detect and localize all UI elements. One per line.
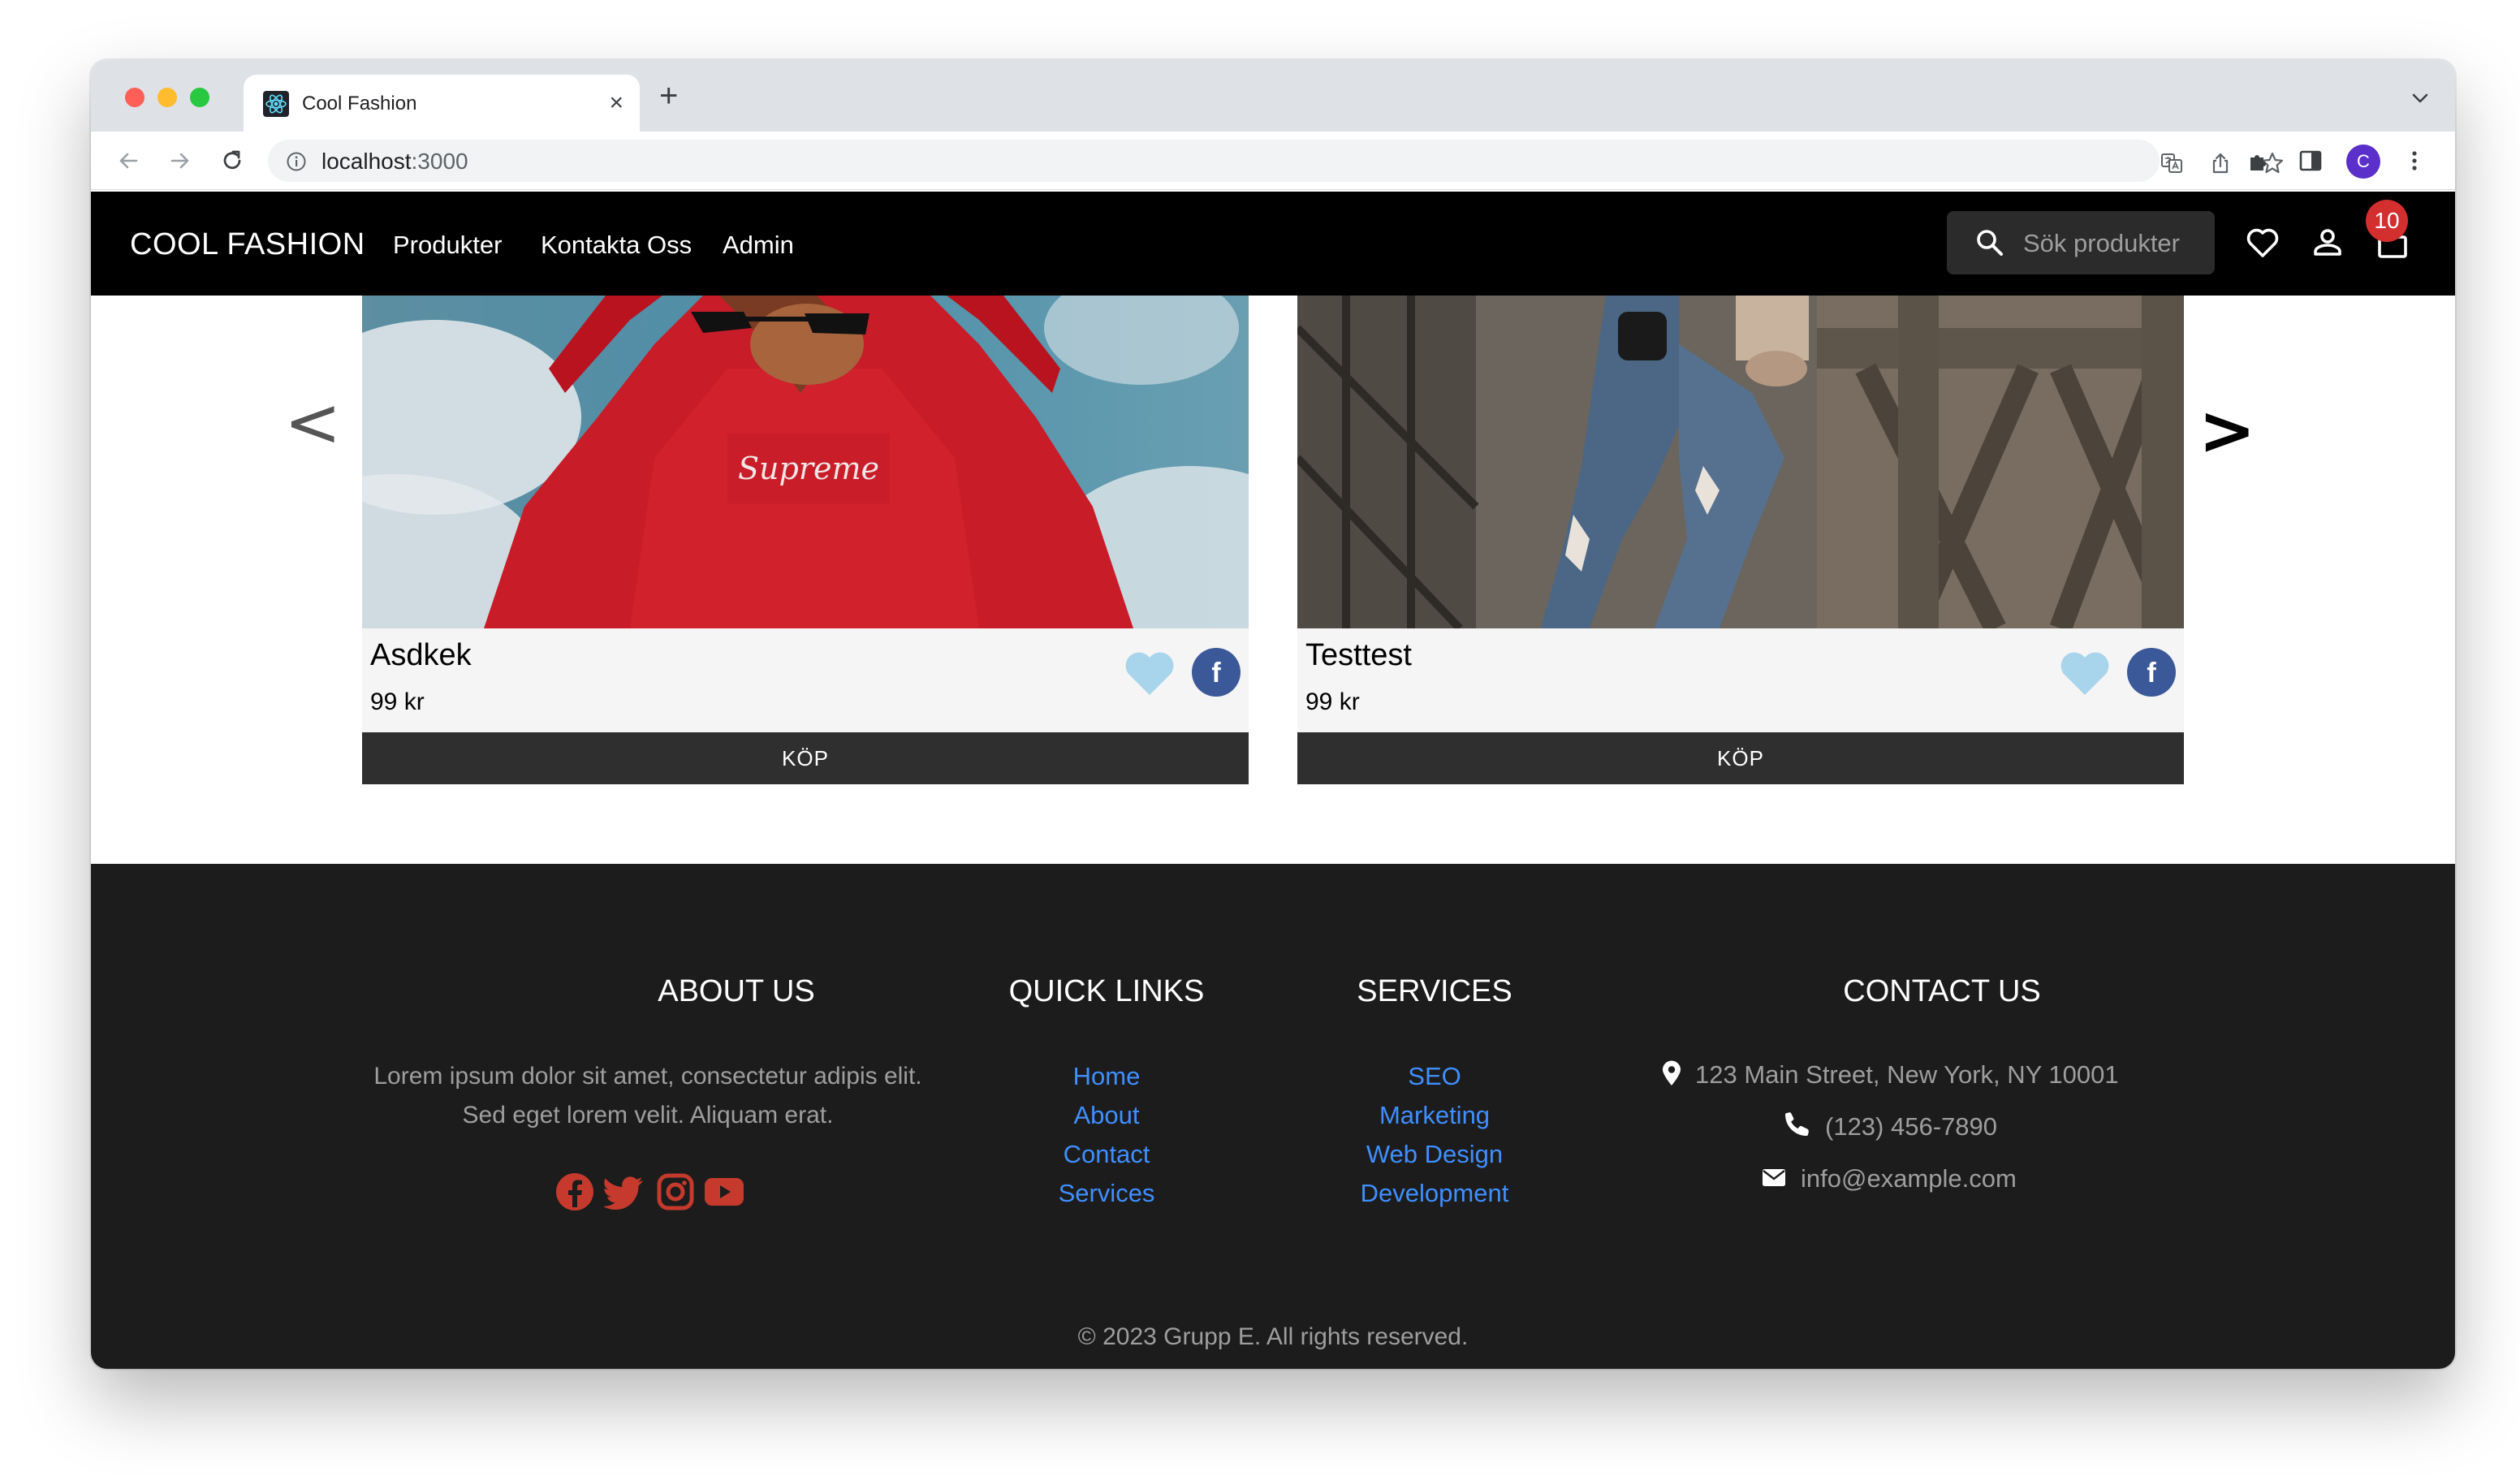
user-icon[interactable] [2309, 224, 2346, 261]
about-us-heading: ABOUT US [658, 974, 815, 1008]
facebook-share-icon[interactable]: f [2127, 648, 2176, 697]
twitter-icon[interactable] [604, 1171, 646, 1213]
carousel-prev-button[interactable]: < [284, 388, 341, 456]
close-window-button[interactable] [125, 88, 145, 107]
facebook-share-icon[interactable]: f [1192, 648, 1241, 697]
site-footer: ABOUT US Lorem ipsum dolor sit amet, con… [91, 864, 2455, 1369]
chevron-down-icon[interactable] [2410, 88, 2431, 109]
jeans-photo [1297, 296, 2184, 628]
favorite-heart-icon[interactable] [1124, 650, 1176, 697]
nav-link-admin[interactable]: Admin [723, 231, 794, 260]
buy-button[interactable]: KÖP [1297, 732, 2184, 784]
product-card: Testtest 99 kr f KÖP [1297, 296, 2184, 784]
footer-link-web-design[interactable]: Web Design [1333, 1135, 1536, 1174]
extensions-icon[interactable] [2246, 148, 2272, 174]
copyright-text: © 2023 Grupp E. All rights reserved. [1077, 1323, 1469, 1350]
footer-link-about[interactable]: About [1005, 1096, 1208, 1135]
footer-link-seo[interactable]: SEO [1333, 1057, 1536, 1096]
tab-title: Cool Fashion [302, 93, 417, 114]
contact-email[interactable]: info@example.com [1801, 1161, 2017, 1197]
site-info-icon[interactable] [286, 151, 307, 172]
facebook-icon[interactable] [554, 1171, 596, 1213]
back-arrow-icon[interactable] [115, 148, 141, 174]
heart-icon[interactable] [2244, 224, 2281, 261]
favorite-heart-icon[interactable] [2059, 650, 2111, 697]
brand-logo[interactable]: COOL FASHION [130, 227, 365, 262]
footer-link-development[interactable]: Development [1333, 1174, 1536, 1213]
buy-button[interactable]: KÖP [362, 732, 1249, 784]
translate-icon[interactable] [2160, 151, 2184, 175]
tab-cool-fashion[interactable]: Cool Fashion × [244, 75, 640, 132]
supreme-print: Supreme [738, 451, 879, 486]
quick-links-heading: QUICK LINKS [1008, 974, 1205, 1008]
product-name: Asdkek [370, 638, 472, 672]
contact-phone: (123) 456-7890 [1825, 1112, 1997, 1141]
side-panel-icon[interactable] [2298, 148, 2324, 174]
youtube-icon[interactable] [703, 1171, 745, 1213]
carousel-next-button[interactable]: > [2199, 396, 2255, 464]
minimize-window-button[interactable] [158, 88, 177, 107]
phone-icon [1785, 1112, 1809, 1136]
maximize-window-button[interactable] [190, 88, 209, 107]
about-us-text: Lorem ipsum dolor sit amet, consectetur … [373, 1063, 922, 1129]
footer-link-services[interactable]: Services [1005, 1174, 1208, 1213]
product-price: 99 kr [1305, 688, 1360, 715]
tab-strip: Cool Fashion × + [91, 60, 2455, 132]
nav-link-kontakta-oss[interactable]: Kontakta Oss [541, 231, 692, 260]
share-icon[interactable] [2208, 151, 2233, 175]
product-price: 99 kr [370, 688, 425, 715]
hoodie-photo: Supreme [362, 296, 1249, 628]
envelope-icon [1763, 1169, 1785, 1186]
product-image[interactable]: Supreme [362, 296, 1249, 628]
instagram-icon[interactable] [654, 1171, 697, 1213]
footer-link-home[interactable]: Home [1005, 1057, 1208, 1096]
reload-icon[interactable] [219, 148, 245, 174]
react-icon [263, 91, 289, 117]
more-menu-icon[interactable] [2401, 148, 2427, 174]
browser-toolbar: localhost:3000 C [91, 132, 2455, 190]
footer-link-contact[interactable]: Contact [1005, 1135, 1208, 1174]
product-card: Supreme Asdkek 99 kr f KÖP [362, 296, 1249, 784]
product-search[interactable] [1947, 211, 2215, 274]
services-heading: SERVICES [1357, 974, 1512, 1008]
contact-address: 123 Main Street, New York, NY 10001 [1695, 1060, 2119, 1089]
close-tab-icon[interactable]: × [609, 89, 624, 117]
product-carousel: < > Supreme Asdkek 99 kr f KÖP Testtest … [91, 296, 2455, 887]
footer-link-marketing[interactable]: Marketing [1333, 1096, 1536, 1135]
site-header: COOL FASHION Produkter Kontakta Oss Admi… [91, 192, 2455, 296]
search-icon [1977, 230, 2003, 256]
product-name: Testtest [1305, 638, 1412, 672]
nav-link-produkter[interactable]: Produkter [393, 231, 502, 260]
contact-us-heading: CONTACT US [1843, 974, 2041, 1008]
map-marker-icon [1663, 1060, 1681, 1085]
forward-arrow-icon[interactable] [167, 148, 193, 174]
cart-count-badge: 10 [2366, 200, 2408, 242]
product-image[interactable] [1297, 296, 2184, 628]
search-input[interactable] [2023, 227, 2202, 260]
profile-avatar[interactable]: C [2346, 145, 2380, 179]
url-text: localhost:3000 [321, 149, 468, 174]
new-tab-button[interactable]: + [659, 80, 678, 112]
browser-window: Cool Fashion × + localhost:3000 C COOL F… [91, 60, 2455, 1369]
address-bar[interactable]: localhost:3000 [268, 140, 2284, 182]
